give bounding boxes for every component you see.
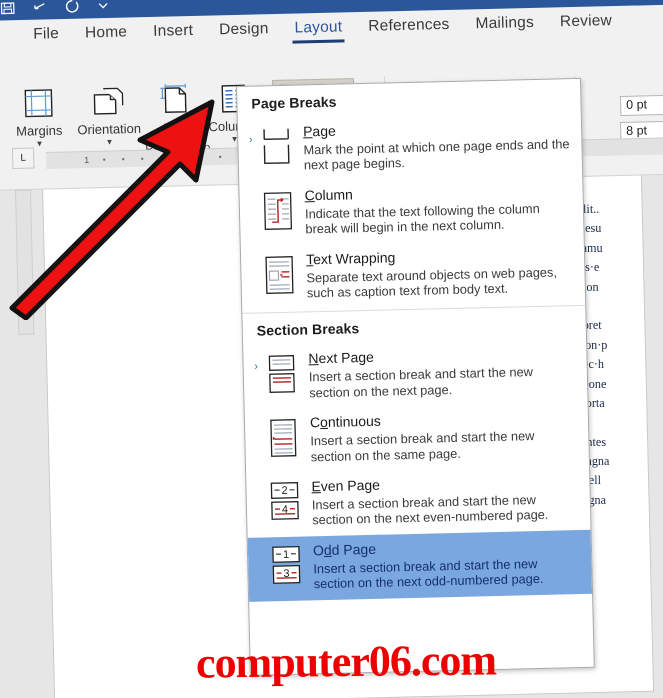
spacing-before-field[interactable]: 0 pt — [620, 94, 663, 116]
tab-home[interactable]: Home — [72, 21, 141, 50]
ruler-tick — [219, 155, 222, 158]
orientation-button[interactable]: Orientation ▼ — [70, 75, 148, 147]
svg-text:3: 3 — [283, 568, 289, 580]
svg-text:1: 1 — [283, 549, 289, 561]
svg-text:2: 2 — [281, 485, 287, 497]
size-button[interactable]: Size ▼ — [146, 73, 204, 145]
menu-item-column[interactable]: Column Indicate that the text following t… — [239, 175, 583, 247]
menu-item-description: Insert a section break and start the new… — [308, 364, 534, 401]
menu-item-text: Column Indicate that the text following t… — [298, 181, 573, 237]
quick-access-toolbar — [0, 0, 109, 16]
vertical-ruler[interactable] — [15, 189, 35, 335]
redo-icon[interactable] — [64, 0, 80, 14]
page-break-icon — [255, 124, 298, 168]
odd-page-break-icon: 13 — [265, 542, 308, 586]
ruler-tick — [122, 158, 125, 161]
menu-item-text: Text Wrapping Separate text around object… — [300, 245, 575, 301]
svg-text:4: 4 — [282, 504, 288, 516]
orientation-caret-icon[interactable]: ▼ — [105, 137, 113, 146]
word-window: ing·elit..s·malesu..Vivamu·turpis·ereet·… — [0, 0, 663, 698]
menu-item-text: Next Page Insert a section break and star… — [302, 344, 577, 400]
ruler-tick — [200, 156, 203, 159]
ruler-tick — [103, 158, 106, 161]
menu-item-description: Separate text around objects on web page… — [306, 264, 558, 301]
ruler-mark: 2 — [162, 153, 168, 164]
menu-item-next-page[interactable]: › Next Page Insert a section break and sta… — [243, 338, 587, 410]
page-setup-group: Margins ▼ Orientation ▼ Size ▼ Columns ▼ — [6, 72, 266, 149]
ruler-tick — [141, 157, 144, 160]
tab-stop-selector[interactable]: L — [12, 147, 35, 169]
breaks-dropdown-menu: Page Breaks › Page Mark the point at which … — [236, 77, 595, 676]
continuous-break-icon — [262, 415, 305, 459]
ruler-tick — [181, 156, 184, 159]
tab-file[interactable]: File — [20, 23, 72, 51]
menu-item-text-wrapping[interactable]: Text Wrapping Separate text around object… — [241, 238, 585, 310]
margins-label: Margins — [15, 122, 63, 139]
menu-item-description: Mark the point at which one page ends an… — [303, 136, 570, 173]
tab-layout[interactable]: Layout — [281, 16, 355, 45]
orientation-label: Orientation — [77, 120, 142, 138]
ruler-mark: 1 — [84, 154, 90, 166]
tab-references[interactable]: References — [355, 14, 463, 44]
tab-design[interactable]: Design — [206, 18, 282, 47]
menu-item-description: Indicate that the text following the col… — [304, 200, 540, 237]
menu-item-odd-page[interactable]: 1 3 Odd Page Insert a section break and sta… — [247, 529, 593, 602]
menu-item-text: Page Mark the point at which one page end… — [297, 117, 572, 173]
menu-item-description: Insert a section break and start the new… — [313, 555, 544, 592]
size-icon — [157, 79, 192, 122]
margins-caret-icon[interactable]: ▼ — [35, 139, 43, 148]
menu-item-text: Even Page Insert a section break and star… — [305, 472, 580, 528]
menu-item-text: Continuous Insert a section break and sta… — [304, 408, 579, 464]
even-page-break-icon: 24 — [263, 479, 306, 523]
menu-item-description: Insert a section break and start the new… — [311, 492, 549, 528]
menu-item-page[interactable]: › Page Mark the point at which one page en… — [238, 111, 582, 183]
size-label: Size — [162, 119, 189, 136]
next-page-break-icon — [260, 351, 303, 395]
menu-item-text: Odd Page Insert a section break and start… — [307, 536, 582, 592]
undo-icon[interactable] — [32, 0, 47, 15]
chevron-down-icon[interactable] — [97, 0, 109, 12]
margins-icon — [21, 82, 56, 125]
tab-mailings[interactable]: Mailings — [462, 12, 547, 41]
text-wrapping-break-icon — [258, 251, 301, 295]
column-break-icon — [256, 187, 299, 231]
margins-button[interactable]: Margins ▼ — [6, 76, 72, 148]
tab-insert[interactable]: Insert — [140, 20, 207, 49]
tab-review[interactable]: Review — [547, 10, 626, 39]
menu-item-even-page[interactable]: 2 4 Even Page Insert a section break and st… — [246, 466, 590, 538]
menu-item-continuous[interactable]: Continuous Insert a section break and sta… — [245, 402, 589, 474]
watermark: computer06.com — [195, 635, 497, 688]
save-icon[interactable] — [0, 0, 15, 15]
menu-item-description: Insert a section break and start the new… — [310, 428, 535, 464]
orientation-icon — [91, 80, 126, 123]
